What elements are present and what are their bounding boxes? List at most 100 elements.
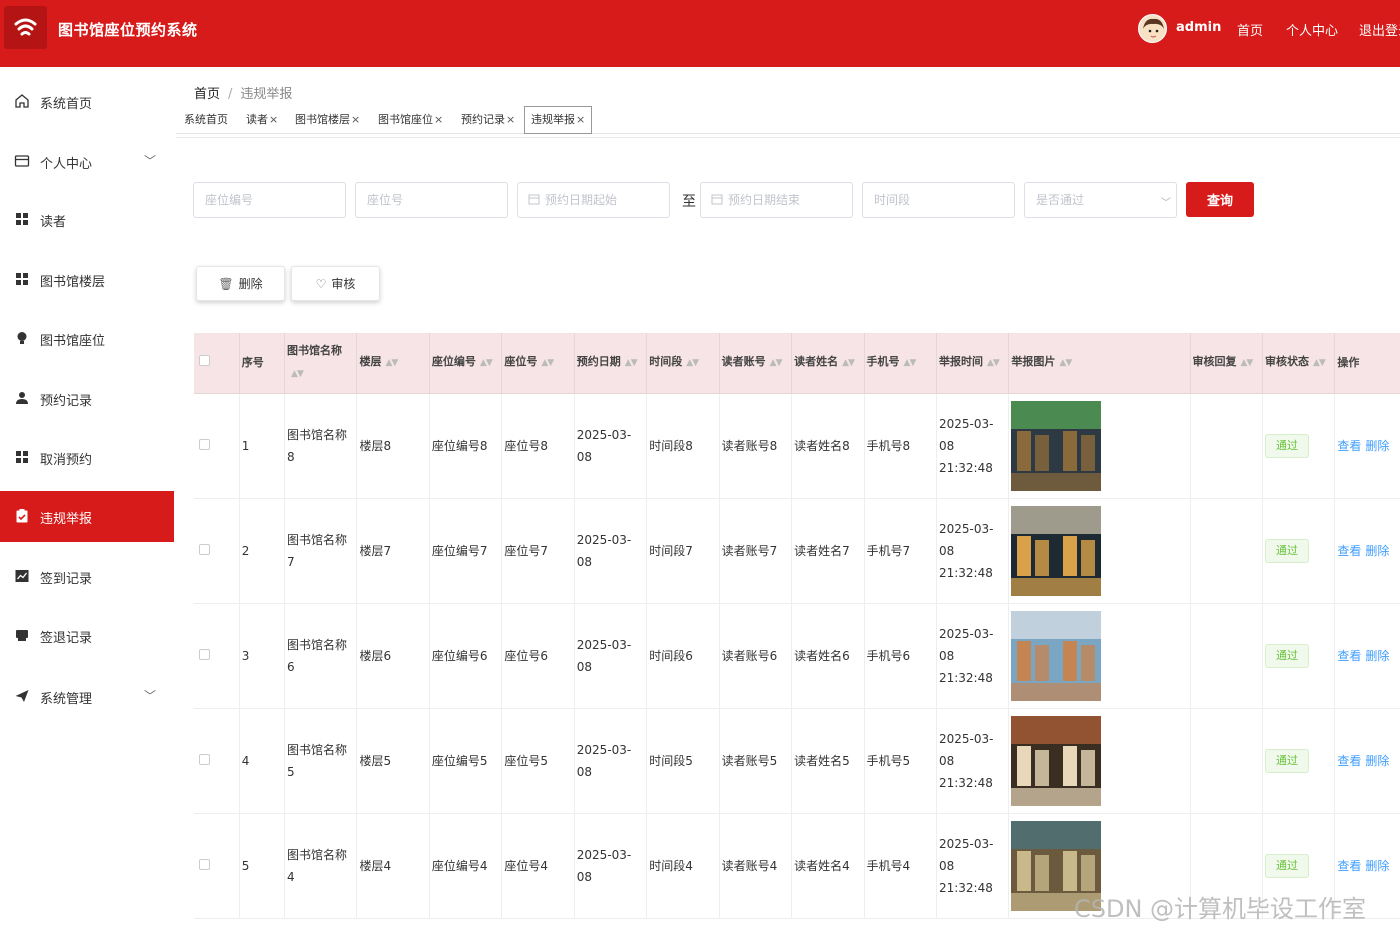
table-row[interactable]: 3 图书馆名称6 楼层6 座位编号6 座位号6 2025-03-08 时间段6 读者账号6 读者… bbox=[194, 603, 1400, 709]
time-slot-input[interactable] bbox=[862, 182, 1015, 218]
table-cell-actions: 查看 删除 bbox=[1334, 708, 1400, 814]
close-icon[interactable]: × bbox=[351, 113, 360, 126]
sidebar-item-reservations[interactable]: 预约记录 bbox=[0, 373, 174, 423]
tab-violations[interactable]: 违规举报× bbox=[524, 106, 593, 134]
row-checkbox[interactable] bbox=[199, 438, 210, 450]
row-select-cell bbox=[194, 393, 240, 499]
select-all-checkbox[interactable] bbox=[199, 354, 210, 366]
review-button[interactable]: ♡ 审核 bbox=[291, 266, 380, 301]
report-image-thumbnail[interactable] bbox=[1011, 400, 1102, 491]
row-select-cell bbox=[194, 498, 240, 604]
row-checkbox[interactable] bbox=[199, 858, 210, 870]
view-link[interactable]: 查看 bbox=[1337, 439, 1361, 453]
tab-floors[interactable]: 图书馆楼层× bbox=[295, 106, 360, 134]
sidebar-item-seats[interactable]: 图书馆座位 bbox=[0, 313, 174, 363]
close-icon[interactable]: × bbox=[269, 113, 278, 126]
table-row[interactable]: 2 图书馆名称7 楼层7 座位编号7 座位号7 2025-03-08 时间段7 读者账号7 读者… bbox=[194, 498, 1400, 604]
header-logout-link[interactable]: 退出登录 bbox=[1359, 20, 1400, 39]
tab-readers[interactable]: 读者× bbox=[246, 106, 278, 134]
header-home-link[interactable]: 首页 bbox=[1237, 20, 1263, 39]
delete-link[interactable]: 删除 bbox=[1365, 649, 1389, 663]
sort-icon: ▲▼ bbox=[479, 358, 493, 369]
review-button-label: 审核 bbox=[331, 277, 356, 291]
column-header[interactable]: 审核状态 ▲▼ bbox=[1262, 333, 1336, 394]
close-icon[interactable]: × bbox=[506, 113, 515, 126]
table-row[interactable]: 4 图书馆名称5 楼层5 座位编号5 座位号5 2025-03-08 时间段5 读者账号5 读者… bbox=[194, 708, 1400, 814]
table-cell-reply bbox=[1190, 393, 1263, 499]
status-badge: 通过 bbox=[1264, 853, 1309, 878]
sidebar-item-cancel[interactable]: 取消预约 bbox=[0, 432, 174, 482]
table-cell-phone: 手机号8 bbox=[864, 393, 937, 499]
table-cell-report-time: 2025-03-08 21:32:48 bbox=[936, 498, 1010, 604]
tab-reservations[interactable]: 预约记录× bbox=[461, 106, 515, 134]
column-header[interactable]: 手机号 ▲▼ bbox=[864, 333, 937, 394]
sidebar-item-home[interactable]: 系统首页 bbox=[0, 76, 174, 126]
column-header[interactable]: 图书馆名称▲▼ bbox=[284, 333, 358, 394]
table-cell-seat-code: 座位编号7 bbox=[429, 498, 503, 604]
avatar[interactable] bbox=[1138, 14, 1167, 43]
divider bbox=[176, 137, 1400, 138]
report-image-thumbnail[interactable] bbox=[1011, 505, 1102, 596]
column-header[interactable]: 读者账号 ▲▼ bbox=[719, 333, 793, 394]
row-checkbox[interactable] bbox=[199, 753, 210, 765]
grid-icon bbox=[16, 213, 28, 225]
column-header[interactable]: 楼层 ▲▼ bbox=[356, 333, 430, 394]
table-cell-status: 通过 bbox=[1262, 708, 1336, 814]
sidebar-item-violations[interactable]: 违规举报 bbox=[0, 491, 174, 542]
sidebar-item-checkout[interactable]: 签退记录 bbox=[0, 610, 174, 660]
delete-link[interactable]: 删除 bbox=[1365, 439, 1389, 453]
table-cell-seat-no: 座位号7 bbox=[501, 498, 575, 604]
sidebar-item-label: 图书馆楼层 bbox=[40, 275, 106, 290]
row-checkbox[interactable] bbox=[199, 648, 210, 660]
delete-link[interactable]: 删除 bbox=[1365, 859, 1389, 873]
status-badge: 通过 bbox=[1264, 748, 1309, 773]
delete-link[interactable]: 删除 bbox=[1365, 754, 1389, 768]
sidebar-item-checkin[interactable]: 签到记录 bbox=[0, 551, 174, 601]
header-profile-link[interactable]: 个人中心 bbox=[1286, 20, 1338, 39]
data-table: 序号 图书馆名称▲▼ 楼层 ▲▼ 座位编号 ▲▼ 座位号 ▲▼ 预约日期 ▲▼ 时间段 ▲… bbox=[194, 333, 1400, 930]
column-header[interactable]: 读者姓名 ▲▼ bbox=[791, 333, 865, 394]
sidebar-item-label: 系统首页 bbox=[40, 97, 93, 112]
column-header[interactable]: 审核回复 ▲▼ bbox=[1190, 333, 1263, 394]
sidebar-item-profile[interactable]: 个人中心 ﹀ bbox=[0, 136, 174, 186]
close-icon[interactable]: × bbox=[434, 113, 443, 126]
column-header[interactable]: 序号 bbox=[239, 333, 286, 394]
tab-label: 读者 bbox=[246, 113, 268, 126]
breadcrumb: 首页 / 违规举报 bbox=[194, 83, 292, 102]
column-header[interactable]: 座位号 ▲▼ bbox=[501, 333, 575, 394]
sidebar-item-system[interactable]: 系统管理 ﹀ bbox=[0, 671, 174, 721]
search-button[interactable]: 查询 bbox=[1186, 182, 1254, 217]
column-header[interactable]: 座位编号 ▲▼ bbox=[429, 333, 503, 394]
table-cell-slot: 时间段5 bbox=[646, 708, 720, 814]
tab-home[interactable]: 系统首页 bbox=[184, 106, 228, 134]
delete-link[interactable]: 删除 bbox=[1365, 544, 1389, 558]
table-cell-seat-code: 座位编号4 bbox=[429, 813, 503, 919]
sort-icon: ▲▼ bbox=[686, 358, 699, 369]
tab-seats[interactable]: 图书馆座位× bbox=[378, 106, 443, 134]
column-header[interactable]: 预约日期 ▲▼ bbox=[574, 333, 648, 394]
column-header[interactable]: 时间段 ▲▼ bbox=[646, 333, 720, 394]
approved-select[interactable] bbox=[1024, 182, 1177, 218]
table-cell-seat-code: 座位编号6 bbox=[429, 603, 503, 709]
table-cell-report-image bbox=[1008, 393, 1191, 499]
breadcrumb-home[interactable]: 首页 bbox=[194, 87, 220, 102]
sidebar-item-readers[interactable]: 读者 bbox=[0, 194, 174, 244]
view-link[interactable]: 查看 bbox=[1337, 754, 1361, 768]
delete-button[interactable]: 🗑 删除 bbox=[196, 266, 285, 301]
sort-icon: ▲▼ bbox=[769, 358, 783, 369]
seat-no-input[interactable] bbox=[355, 182, 508, 218]
report-image-thumbnail[interactable] bbox=[1011, 610, 1102, 701]
report-image-thumbnail[interactable] bbox=[1011, 715, 1102, 806]
sidebar-item-floors[interactable]: 图书馆楼层 bbox=[0, 254, 174, 304]
view-link[interactable]: 查看 bbox=[1337, 859, 1361, 873]
table-cell-status: 通过 bbox=[1262, 603, 1336, 709]
close-icon[interactable]: × bbox=[576, 113, 585, 126]
column-header[interactable]: 举报图片 ▲▼ bbox=[1008, 333, 1191, 394]
table-row[interactable]: 1 图书馆名称8 楼层8 座位编号8 座位号8 2025-03-08 时间段8 读者账号8 读者… bbox=[194, 393, 1400, 499]
column-header[interactable]: 举报时间 ▲▼ bbox=[936, 333, 1010, 394]
view-link[interactable]: 查看 bbox=[1337, 649, 1361, 663]
seat-code-input[interactable] bbox=[193, 182, 346, 218]
view-link[interactable]: 查看 bbox=[1337, 544, 1361, 558]
row-checkbox[interactable] bbox=[199, 543, 210, 555]
user-name: admin bbox=[1176, 20, 1222, 35]
